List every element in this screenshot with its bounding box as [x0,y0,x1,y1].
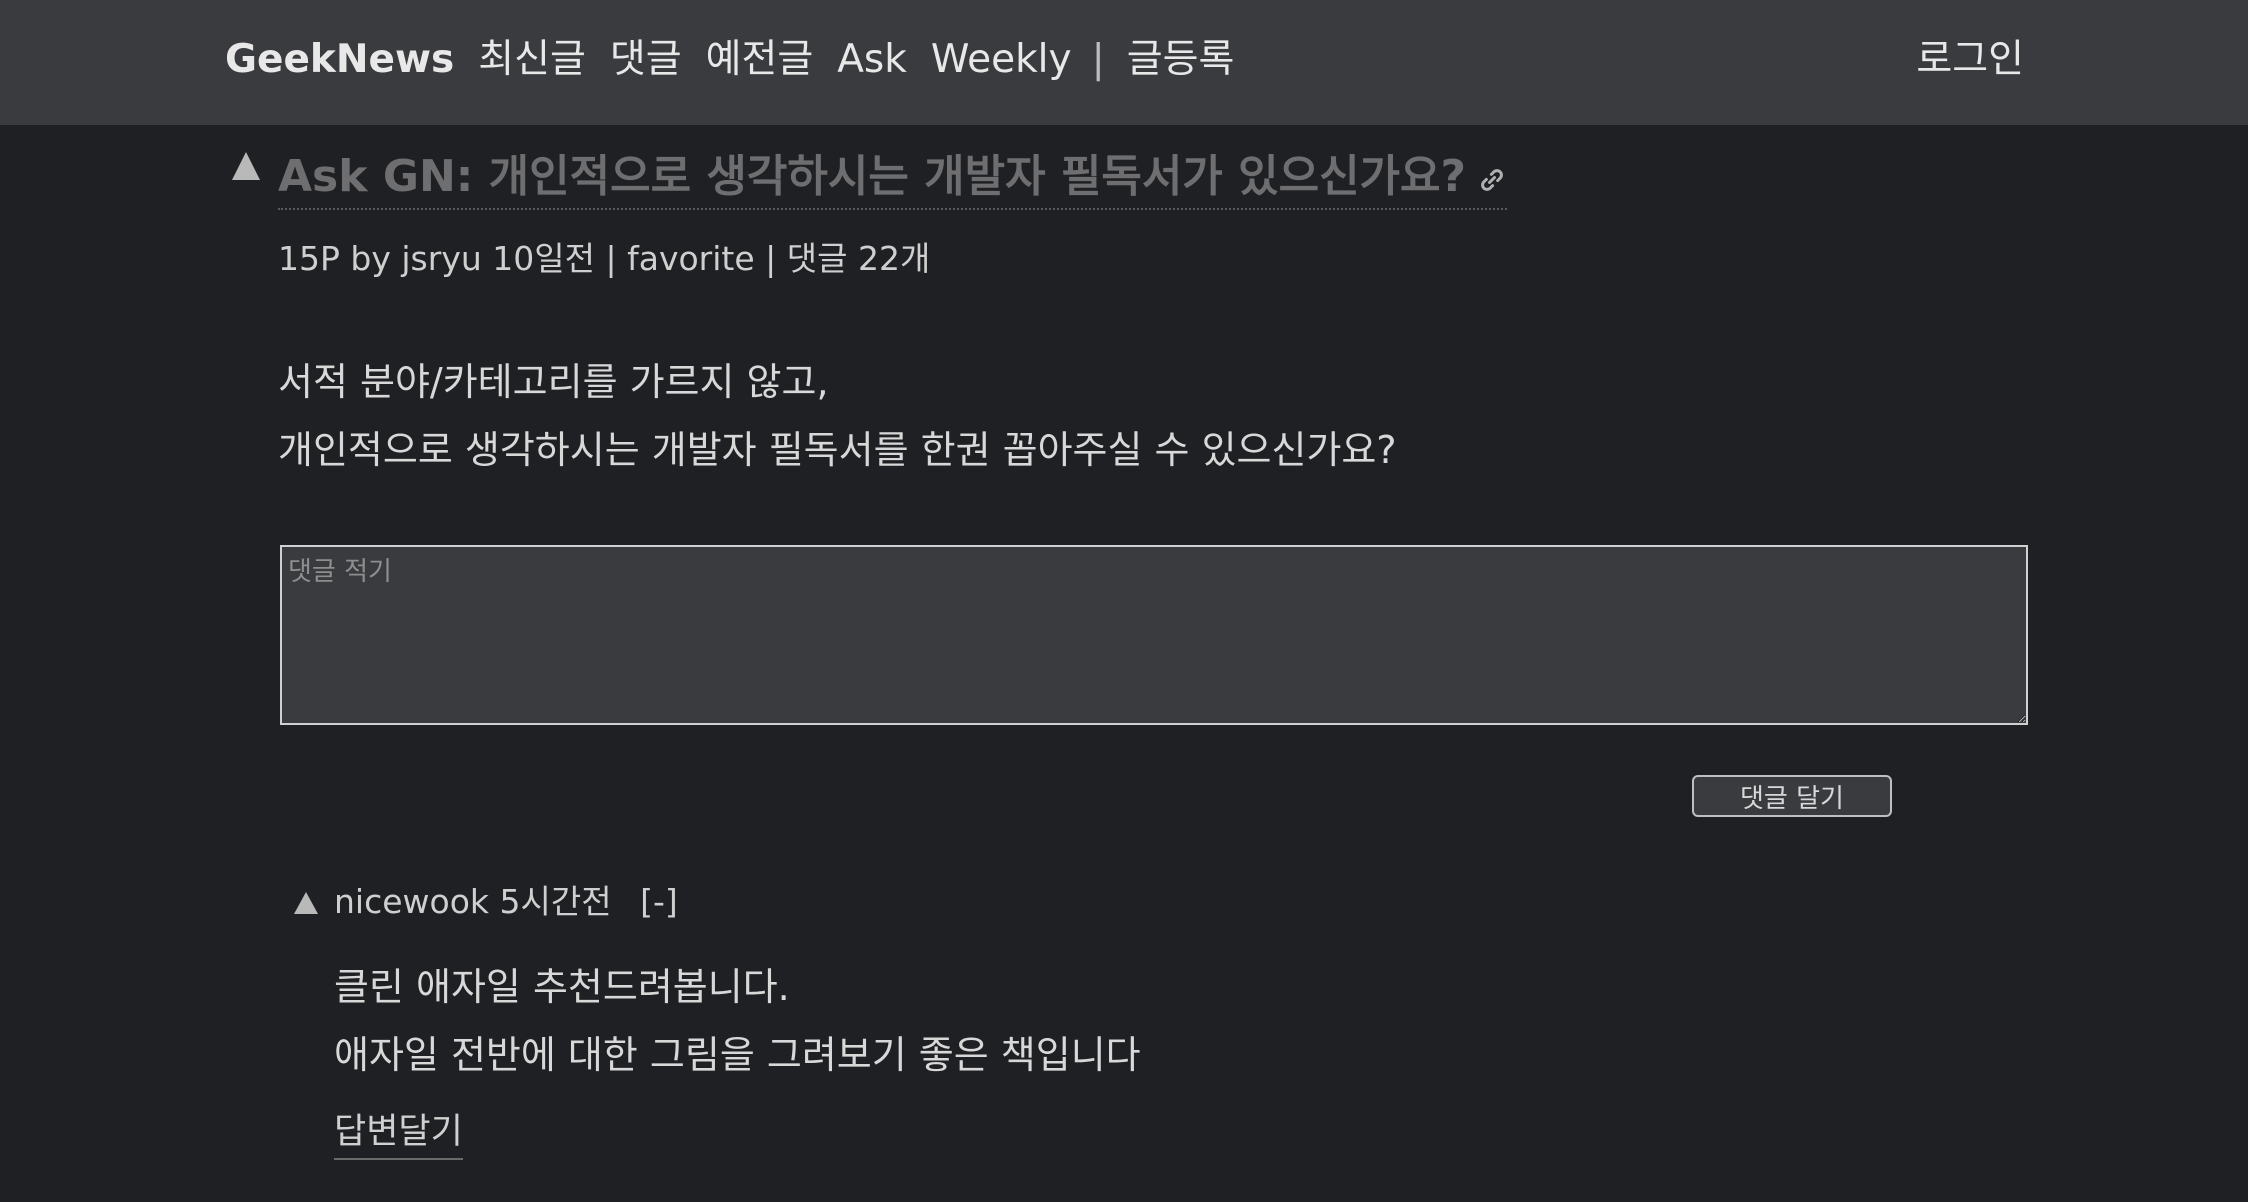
top-navigation-bar: GeekNews 최신글 댓글 예전글 Ask Weekly | 글등록 로그인 [0,0,2248,125]
comment-count-link[interactable]: 댓글 22개 [787,239,931,278]
submit-comment-button[interactable]: 댓글 달기 [1692,775,1892,817]
comment-upvote-arrow-icon[interactable] [294,892,318,914]
post-title-wrapper: Ask GN: 개인적으로 생각하시는 개발자 필독서가 있으신가요? [278,140,1508,210]
link-icon [1481,169,1504,191]
brand-logo-link[interactable]: GeekNews [225,37,454,82]
nav-item-weekly[interactable]: Weekly [931,37,1072,82]
post-by: by [350,239,391,278]
comment-collapse-toggle[interactable]: [-] [640,882,678,921]
nav-item-ask[interactable]: Ask [837,37,907,82]
comment-body-line: 클린 애자일 추천드려봅니다. [334,965,790,1009]
nav-menu: GeekNews 최신글 댓글 예전글 Ask Weekly | 글등록 [225,28,1258,84]
nav-item-comments[interactable]: 댓글 [610,28,682,84]
post-body-line: 서적 분야/카테고리를 가르지 않고, [278,360,829,404]
reply-link[interactable]: 답변달기 [334,1103,463,1160]
comment-body-line: 애자일 전반에 대한 그림을 그려보기 좋은 책입니다 [334,1033,1141,1077]
post-points: 15P [278,239,340,278]
comment-body: 클린 애자일 추천드려봅니다. 애자일 전반에 대한 그림을 그려보기 좋은 책… [334,953,1141,1089]
post-author-link[interactable]: jsryu [401,239,481,278]
post-time-link[interactable]: 10일전 [492,239,595,278]
meta-separator: | [605,239,617,278]
post-body: 서적 분야/카테고리를 가르지 않고, 개인적으로 생각하시는 개발자 필독서를… [278,348,1397,484]
post-title[interactable]: Ask GN: 개인적으로 생각하시는 개발자 필독서가 있으신가요? [278,151,1466,202]
comment-input[interactable] [280,545,2028,725]
comment-author-link[interactable]: nicewook [334,882,489,921]
post-body-line: 개인적으로 생각하시는 개발자 필독서를 한권 꼽아주실 수 있으신가요? [278,428,1397,472]
nav-item-latest[interactable]: 최신글 [478,28,586,84]
nav-separator: | [1091,37,1105,82]
upvote-arrow-icon[interactable] [232,152,260,180]
login-link[interactable]: 로그인 [1916,28,2024,84]
favorite-link[interactable]: favorite [627,239,755,278]
comment-header: nicewook 5시간전 [-] [334,875,678,923]
nav-item-past[interactable]: 예전글 [706,28,814,84]
comment-time-link[interactable]: 5시간전 [500,882,612,921]
meta-separator: | [765,239,777,278]
post-meta: 15P by jsryu 10일전 | favorite | 댓글 22개 [278,232,930,280]
nav-item-submit[interactable]: 글등록 [1127,28,1235,84]
